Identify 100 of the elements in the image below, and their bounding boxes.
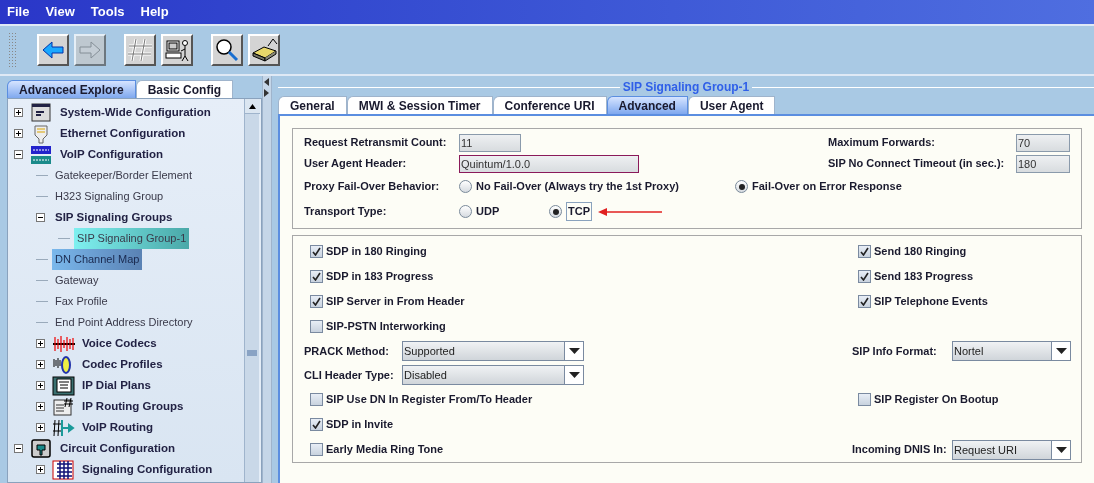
tree-item[interactable]: IP Routing Groups [79,396,187,417]
checkbox-label: Early Media Ring Tone [326,442,444,458]
tree-item[interactable]: Fax Profile [52,291,111,312]
checkbox-label: SIP Use DN In Register From/To Header [326,392,533,408]
tree-item[interactable]: Codec Profiles [79,354,166,375]
checkbox[interactable] [310,320,323,333]
dropdown-caret-icon[interactable] [1055,348,1067,354]
checkbox[interactable] [310,245,323,258]
toolbar-button[interactable] [161,34,193,66]
device-cable-icon [250,36,278,64]
tab[interactable]: Advanced Explore [7,80,136,98]
checkbox[interactable] [858,295,871,308]
tree-item[interactable]: VoIP Configuration [57,144,167,165]
scrollbar[interactable] [244,99,259,482]
text-field[interactable]: Quintum/1.0.0 [459,154,639,173]
checkbox[interactable] [858,245,871,258]
field-label: CLI Header Type: [304,367,395,383]
tree-item[interactable]: System-Wide Configuration [57,102,214,123]
tree-item[interactable]: Gatekeeper/Border Element [52,165,195,186]
dropdown-caret-icon[interactable] [568,348,580,354]
expand-icon[interactable] [36,465,45,474]
expand-icon[interactable] [36,402,45,411]
dropdown-value: Disabled [403,368,448,383]
dropdown-value: Request URI [953,442,1018,458]
tree-item[interactable]: H323 Signaling Group [52,186,167,207]
dropdown[interactable]: Request URI [952,439,1071,460]
expand-icon[interactable] [36,423,45,432]
field-label: Transport Type: [304,204,388,220]
checkbox[interactable] [310,443,323,456]
expand-icon[interactable] [36,381,45,390]
checkbox[interactable] [310,270,323,283]
checkbox-label: SIP-PSTN Interworking [326,319,446,335]
dropdown-caret-icon[interactable] [1055,446,1067,453]
field-label: Maximum Forwards: [828,135,936,151]
checkbox[interactable] [310,393,323,406]
window-icon [30,102,53,123]
tree-item[interactable]: Ethernet Configuration [57,123,189,144]
radio-button[interactable] [549,205,562,218]
scroll-up-icon[interactable] [244,99,260,114]
radio-button[interactable] [459,180,472,193]
field-label: User Agent Header: [304,156,408,172]
checkbox[interactable] [858,393,871,406]
collapse-icon[interactable] [36,213,45,222]
checkbox-label: SIP Telephone Events [874,294,988,310]
tab[interactable]: MWI & Session Timer [346,96,493,114]
radio-button[interactable] [459,205,472,218]
tab[interactable]: User Agent [687,96,776,114]
collapse-icon[interactable] [14,150,23,159]
tree-item[interactable]: Circuit Configuration [57,438,178,459]
expand-icon[interactable] [14,108,23,117]
list-hash-icon [52,396,75,417]
radio-button[interactable] [735,180,748,193]
checkbox[interactable] [310,295,323,308]
checkbox[interactable] [858,270,871,283]
expand-icon[interactable] [14,129,23,138]
toolbar-button[interactable] [248,34,280,66]
tree-item[interactable]: IP Dial Plans [79,375,154,396]
text-field[interactable]: 11 [459,133,521,152]
expand-icon[interactable] [36,339,45,348]
field-label: SIP Info Format: [852,343,938,359]
dropdown[interactable]: Disabled [402,365,584,385]
grid-icon [52,459,75,480]
field-label: Proxy Fail-Over Behavior: [304,179,441,195]
collapse-left-icon[interactable] [264,78,270,86]
toolbar-button[interactable] [37,34,69,66]
collapse-right-icon[interactable] [264,89,270,97]
dropdown-value: Supported [403,344,456,359]
toolbar-button[interactable] [211,34,243,66]
dropdown[interactable]: Supported [402,341,584,361]
tree-item[interactable]: Gateway [52,270,102,291]
tree-item[interactable]: End Point Address Directory [52,312,196,333]
dropdown-caret-icon[interactable] [568,372,580,378]
collapse-icon[interactable] [14,444,23,453]
menu-item[interactable]: View [45,2,75,22]
tree-item[interactable]: SIP Signaling Groups [52,207,176,228]
menu-item[interactable]: Tools [90,2,125,22]
tab[interactable]: Conference URI [492,96,607,114]
checkbox-label: SDP in Invite [326,417,394,433]
hash-arrow-icon [52,417,75,438]
tree-item[interactable]: Voice Codecs [79,333,160,354]
checkbox-label: SIP Register On Bootup [874,392,999,408]
checkbox[interactable] [310,418,323,431]
dropdown-value: Nortel [953,344,985,359]
expand-icon[interactable] [36,360,45,369]
text-field[interactable]: 180 [1016,154,1070,173]
tree-item[interactable]: VoIP Routing [79,417,157,438]
menu-item[interactable]: File [7,2,30,22]
scroll-grip-icon[interactable] [247,350,257,356]
text-field[interactable]: 70 [1016,133,1070,152]
tab[interactable]: Basic Config [135,80,234,98]
tree-item[interactable]: SIP Signaling Group-1 [74,228,190,249]
field-label: PRACK Method: [304,343,390,359]
menu-item[interactable]: Help [140,2,169,22]
dropdown[interactable]: Nortel [952,341,1071,361]
tab[interactable]: General [278,96,347,114]
field-label: Incoming DNIS In: [852,442,948,458]
tree-item[interactable]: Signaling Configuration [79,459,216,480]
tab[interactable]: Advanced [606,96,688,114]
toolbar-button[interactable] [124,34,156,66]
tree-item[interactable]: DN Channel Map [52,249,143,270]
